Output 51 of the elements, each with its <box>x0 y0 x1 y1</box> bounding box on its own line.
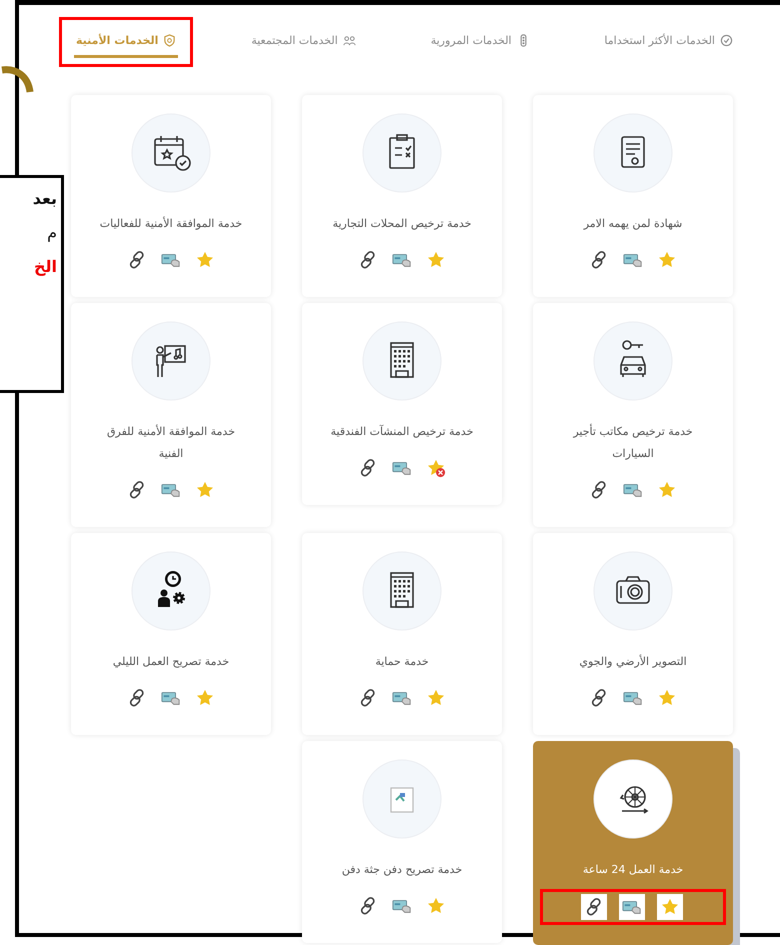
callout-text: م <box>47 222 57 244</box>
star-icon <box>426 896 446 916</box>
check-circle-icon <box>720 34 733 47</box>
star-icon <box>195 480 215 500</box>
service-card[interactable]: خدمة تصريح العمل الليلي <box>71 533 271 735</box>
star-icon <box>426 688 446 708</box>
wheel-icon <box>593 759 673 839</box>
star-icon <box>195 688 215 708</box>
star-icon <box>657 250 677 270</box>
service-card[interactable]: شهادة لمن يهمه الامر <box>533 95 733 297</box>
clipboard-icon <box>362 113 442 193</box>
star-icon <box>657 688 677 708</box>
service-card[interactable]: خدمة تصريح دفن جثة دفن <box>302 741 502 943</box>
service-card[interactable]: خدمة الموافقة الأمنية للفعاليات <box>71 95 271 297</box>
service-card[interactable]: خدمة ترخيص المحلات التجارية <box>302 95 502 297</box>
camera-icon <box>593 551 673 631</box>
callout-text: الخ <box>34 256 57 278</box>
service-title: خدمة حماية <box>375 654 429 670</box>
building-icon <box>362 321 442 401</box>
service-title: خدمة العمل 24 ساعة <box>582 862 684 878</box>
star-icon <box>426 458 446 478</box>
service-title: التصوير الأرضي والجوي <box>579 654 687 670</box>
broken-image-icon <box>362 759 442 839</box>
clock-person-icon <box>131 551 211 631</box>
service-title: خدمة الموافقة الأمنية للفعاليات <box>100 216 242 232</box>
star-icon <box>660 897 680 917</box>
car-key-icon <box>593 321 673 401</box>
building-icon <box>362 551 442 631</box>
link-button[interactable] <box>581 894 607 920</box>
callout-text: بعد <box>32 188 57 210</box>
service-title: خدمة ترخيص المحلات التجارية <box>332 216 472 232</box>
service-title: خدمة تصريح العمل الليلي <box>112 654 230 670</box>
service-title: خدمة تصريح دفن جثة دفن <box>342 862 462 878</box>
star-icon <box>195 250 215 270</box>
service-title: خدمة ترخيص المنشآت الفندقية <box>330 424 474 440</box>
shield-icon <box>163 34 176 47</box>
payment-button[interactable] <box>619 894 645 920</box>
service-card[interactable]: التصوير الأرضي والجوي <box>533 533 733 735</box>
service-title: شهادة لمن يهمه الامر <box>584 216 682 232</box>
star-icon <box>657 480 677 500</box>
people-icon <box>342 34 356 47</box>
service-card[interactable]: خدمة ترخيص المنشآت الفندقية <box>302 303 502 505</box>
teacher-icon <box>131 321 211 401</box>
certificate-icon <box>593 113 673 193</box>
service-card[interactable]: خدمة حماية <box>302 533 502 735</box>
star-icon <box>426 250 446 270</box>
service-card[interactable]: خدمة الموافقة الأمنية للفرق الفنية <box>71 303 271 527</box>
service-title: خدمة ترخيص مكاتب تأجير السيارات <box>572 422 694 462</box>
service-title: خدمة الموافقة الأمنية للفرق الفنية <box>106 424 236 462</box>
calendar-icon <box>131 113 211 193</box>
service-card[interactable]: خدمة ترخيص مكاتب تأجير السيارات <box>533 303 733 527</box>
